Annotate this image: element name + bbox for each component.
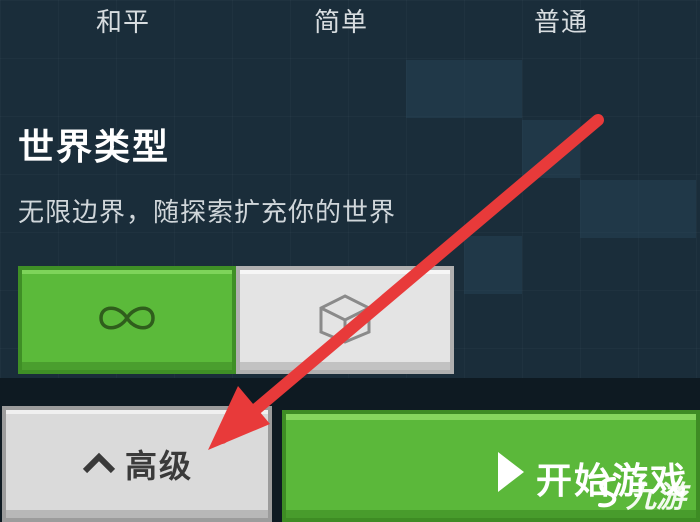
watermark-swirl-icon — [594, 475, 622, 513]
background-block — [580, 180, 696, 238]
cube-icon — [317, 292, 373, 348]
difficulty-option-easy[interactable]: 简单 — [314, 2, 368, 39]
difficulty-selector: 和平 简单 普通 — [0, 0, 700, 40]
background-block — [522, 120, 580, 178]
advanced-button-label: 高级 — [124, 447, 193, 485]
watermark-text: 九游 — [626, 480, 686, 515]
world-type-infinite-button[interactable] — [18, 266, 236, 374]
watermark-logo: 九游 — [594, 472, 686, 516]
world-type-toggle — [18, 266, 454, 374]
infinity-icon — [95, 301, 159, 339]
difficulty-option-peaceful[interactable]: 和平 — [96, 2, 150, 39]
world-type-title: 世界类型 — [18, 127, 171, 168]
play-icon — [496, 450, 526, 498]
advanced-button[interactable]: 高级 — [2, 406, 272, 522]
difficulty-option-normal[interactable]: 普通 — [534, 2, 588, 39]
chevron-up-icon — [81, 449, 117, 479]
background-block — [406, 60, 522, 118]
world-type-flat-button[interactable] — [236, 266, 454, 374]
world-type-description: 无限边界，随探索扩充你的世界 — [18, 198, 397, 228]
background-block — [464, 236, 522, 294]
